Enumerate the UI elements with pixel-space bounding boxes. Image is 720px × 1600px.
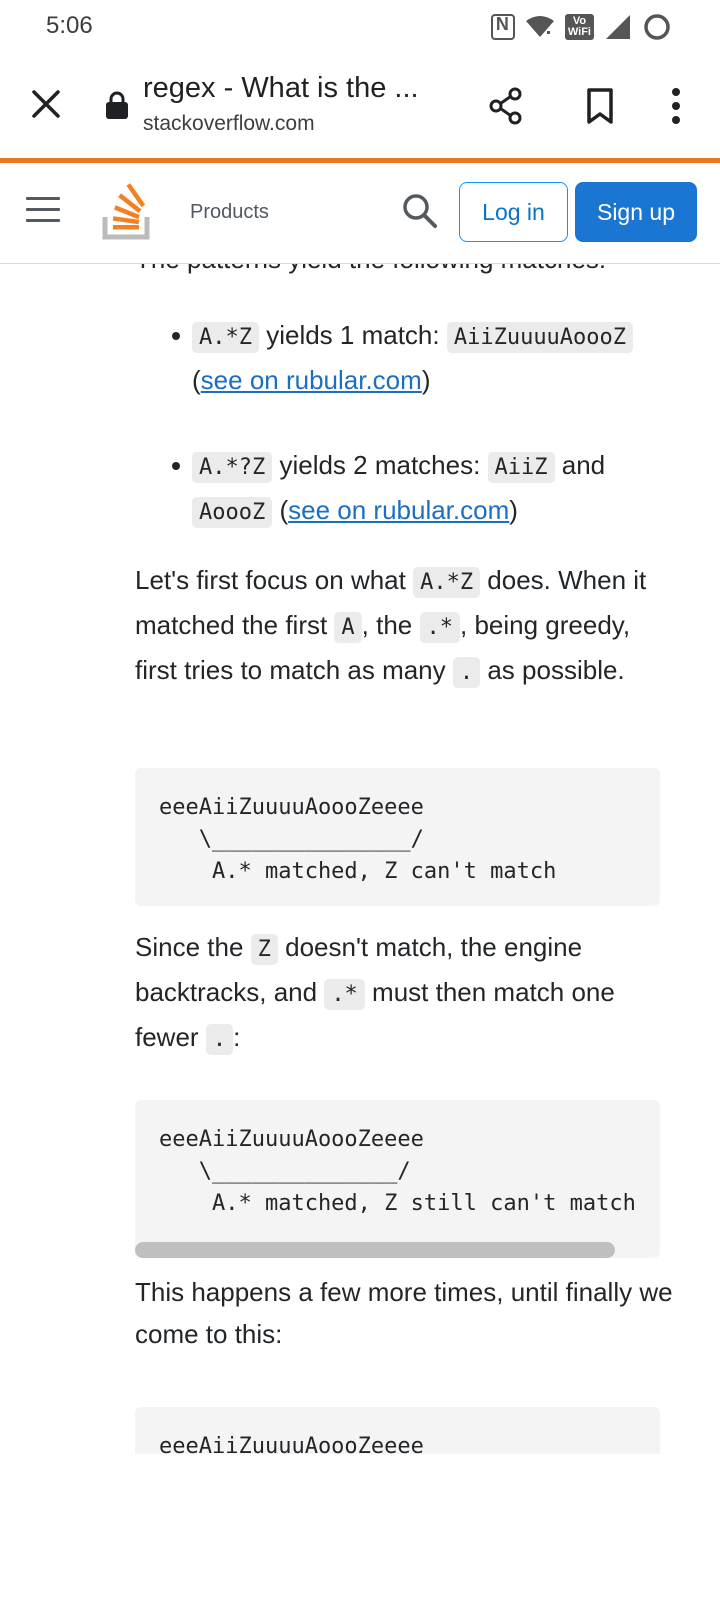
browser-toolbar: regex - What is the ... stackoverflow.co… (0, 54, 720, 160)
rubular-link[interactable]: see on rubular.com (201, 365, 422, 395)
code-block: eeeAiiZuuuuAoooZeeee \_______________/ A… (135, 768, 660, 906)
horizontal-scrollbar[interactable] (135, 1242, 615, 1258)
search-icon[interactable] (400, 191, 440, 231)
hamburger-menu-icon[interactable] (26, 197, 60, 229)
inline-code: AoooZ (192, 497, 273, 528)
partial-text-line: The patterns yield the following matches… (135, 264, 606, 280)
vowifi-icon: Vo WiFi (564, 14, 594, 40)
nfc-icon (490, 14, 515, 40)
inline-code: A.*?Z (192, 452, 273, 483)
list-item: A.*Z yields 1 match: AiiZuuuuAoooZ (see … (172, 314, 662, 401)
status-bar: 5:06 Vo WiFi (0, 0, 720, 54)
paragraph: Since the Z doesn't match, the engine ba… (135, 926, 675, 1061)
bookmark-icon[interactable] (578, 84, 622, 128)
more-menu-icon[interactable] (654, 84, 698, 128)
close-tab-icon[interactable] (24, 82, 68, 126)
signup-button[interactable]: Sign up (575, 182, 697, 242)
page-domain[interactable]: stackoverflow.com (143, 112, 315, 136)
lock-icon[interactable] (104, 90, 130, 120)
share-icon[interactable] (484, 84, 528, 128)
battery-icon (644, 14, 670, 40)
products-link[interactable]: Products (190, 201, 269, 224)
stackoverflow-logo-icon[interactable] (102, 183, 154, 241)
status-time: 5:06 (46, 12, 93, 39)
inline-code: AiiZ (487, 452, 555, 483)
answer-content: The patterns yield the following matches… (0, 264, 720, 1454)
wifi-icon (525, 16, 554, 37)
inline-code: AiiZuuuuAoooZ (446, 322, 634, 353)
paragraph: This happens a few more times, until fin… (135, 1277, 673, 1349)
site-header: Products Log in Sign up (0, 163, 720, 264)
signal-icon (606, 15, 630, 39)
status-icons: Vo WiFi (490, 10, 672, 44)
list-item: A.*?Z yields 2 matches: AiiZ and AoooZ (… (172, 444, 662, 534)
code-block: eeeAiiZuuuuAoooZeeee (135, 1407, 660, 1454)
paragraph: Let's first focus on what A.*Z does. Whe… (135, 559, 675, 694)
code-block-scrollable[interactable]: eeeAiiZuuuuAoooZeeee \______________/ A.… (135, 1100, 660, 1258)
inline-code: A.*Z (192, 322, 259, 353)
rubular-link[interactable]: see on rubular.com (288, 495, 509, 525)
page-title[interactable]: regex - What is the ... (143, 72, 419, 105)
login-button[interactable]: Log in (459, 182, 568, 242)
